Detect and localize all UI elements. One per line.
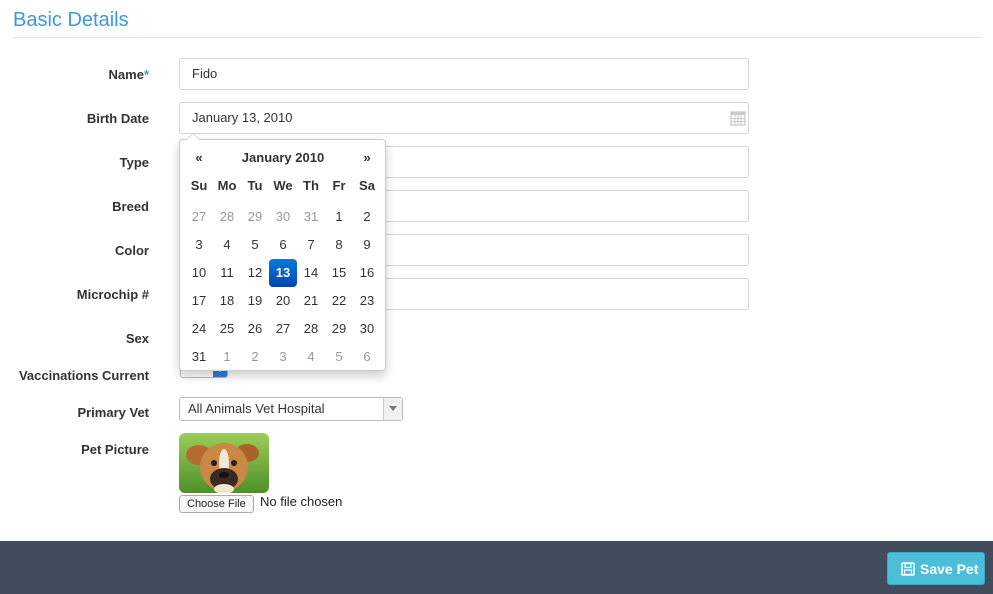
pet-picture-label: Pet Picture [81, 442, 149, 457]
section-divider [13, 37, 982, 38]
datepicker-day[interactable]: 24 [185, 315, 213, 343]
name-input[interactable]: Fido [179, 58, 749, 90]
footer-bar [0, 541, 993, 594]
datepicker-day[interactable]: 11 [213, 259, 241, 287]
section-title: Basic Details [13, 9, 129, 31]
weekday-header: Th [303, 178, 319, 193]
weekday-header: We [273, 178, 293, 193]
datepicker-day[interactable]: 9 [353, 231, 381, 259]
weekday-header: Tu [247, 178, 263, 193]
datepicker-day[interactable]: 30 [353, 315, 381, 343]
datepicker-day[interactable]: 3 [185, 231, 213, 259]
datepicker-day[interactable]: 8 [325, 231, 353, 259]
required-asterisk: * [143, 67, 149, 82]
datepicker-day[interactable]: 3 [269, 343, 297, 371]
primary-vet-label: Primary Vet [77, 405, 149, 420]
datepicker-header: « January 2010 » [185, 147, 381, 169]
datepicker-day[interactable]: 2 [241, 343, 269, 371]
datepicker-day-selected[interactable]: 13 [269, 259, 297, 287]
datepicker-prev-button[interactable]: « [185, 147, 213, 169]
datepicker-day[interactable]: 15 [325, 259, 353, 287]
datepicker-day[interactable]: 25 [213, 315, 241, 343]
datepicker-day[interactable]: 27 [185, 203, 213, 231]
sex-label: Sex [125, 331, 149, 346]
datepicker-day[interactable]: 23 [353, 287, 381, 315]
datepicker-day[interactable]: 5 [325, 343, 353, 371]
datepicker-day[interactable]: 30 [269, 203, 297, 231]
datepicker-next-button[interactable]: » [353, 147, 381, 169]
birth-date-value: January 13, 2010 [192, 110, 293, 125]
choose-file-button[interactable]: Choose File [179, 495, 254, 513]
datepicker-day[interactable]: 2 [353, 203, 381, 231]
datepicker-day[interactable]: 6 [353, 343, 381, 371]
datepicker-day[interactable]: 14 [297, 259, 325, 287]
dropdown-arrow-icon[interactable] [383, 398, 402, 420]
datepicker-day[interactable]: 19 [241, 287, 269, 315]
datepicker-day[interactable]: 27 [269, 315, 297, 343]
weekday-header: Fr [332, 178, 346, 193]
datepicker-day[interactable]: 16 [353, 259, 381, 287]
datepicker-day[interactable]: 29 [241, 203, 269, 231]
datepicker-day[interactable]: 12 [241, 259, 269, 287]
datepicker-day[interactable]: 4 [213, 231, 241, 259]
datepicker-day[interactable]: 29 [325, 315, 353, 343]
datepicker-day[interactable]: 10 [185, 259, 213, 287]
datepicker-day[interactable]: 20 [269, 287, 297, 315]
datepicker-month-label[interactable]: January 2010 [213, 147, 353, 169]
datepicker-grid: Su Mo Tu We Th Fr Sa 27 28 29 30 31 1 2 3 4 5 6 7 8 9 10 11 12 1… [185, 175, 381, 371]
floppy-disk-icon [901, 562, 915, 576]
calendar-icon[interactable] [730, 110, 746, 126]
breed-label: Breed [112, 199, 149, 214]
datepicker-day[interactable]: 31 [185, 343, 213, 371]
datepicker-day[interactable]: 7 [297, 231, 325, 259]
weekday-header: Su [190, 178, 208, 193]
datepicker-day[interactable]: 4 [297, 343, 325, 371]
datepicker-day[interactable]: 18 [213, 287, 241, 315]
pet-photo [179, 433, 269, 493]
datepicker-day[interactable]: 1 [213, 343, 241, 371]
birth-date-label: Birth Date [86, 111, 149, 126]
datepicker-day[interactable]: 28 [297, 315, 325, 343]
datepicker-day[interactable]: 28 [213, 203, 241, 231]
color-label: Color [115, 243, 149, 258]
datepicker-day[interactable]: 21 [297, 287, 325, 315]
datepicker-day[interactable]: 31 [297, 203, 325, 231]
save-pet-label: Save Pet [920, 561, 979, 577]
vaccinations-label: Vaccinations Current [18, 368, 149, 383]
birth-date-input[interactable]: January 13, 2010 [179, 102, 749, 134]
type-label: Type [119, 155, 149, 170]
datepicker-day[interactable]: 26 [241, 315, 269, 343]
name-label: Name* [108, 67, 149, 82]
datepicker-day[interactable]: 5 [241, 231, 269, 259]
datepicker-popup: « January 2010 » Su Mo Tu We Th Fr Sa 27 28 29 30 3… [179, 133, 386, 371]
datepicker-day[interactable]: 1 [325, 203, 353, 231]
weekday-header: Mo [217, 178, 237, 193]
save-pet-button[interactable]: Save Pet [887, 552, 985, 585]
datepicker-day[interactable]: 17 [185, 287, 213, 315]
primary-vet-value: All Animals Vet Hospital [188, 401, 325, 416]
file-status: No file chosen [260, 494, 343, 509]
weekday-header: Sa [359, 178, 375, 193]
microchip-label: Microchip # [76, 287, 149, 302]
primary-vet-select[interactable]: All Animals Vet Hospital [179, 397, 403, 421]
datepicker-day[interactable]: 22 [325, 287, 353, 315]
datepicker-day[interactable]: 6 [269, 231, 297, 259]
